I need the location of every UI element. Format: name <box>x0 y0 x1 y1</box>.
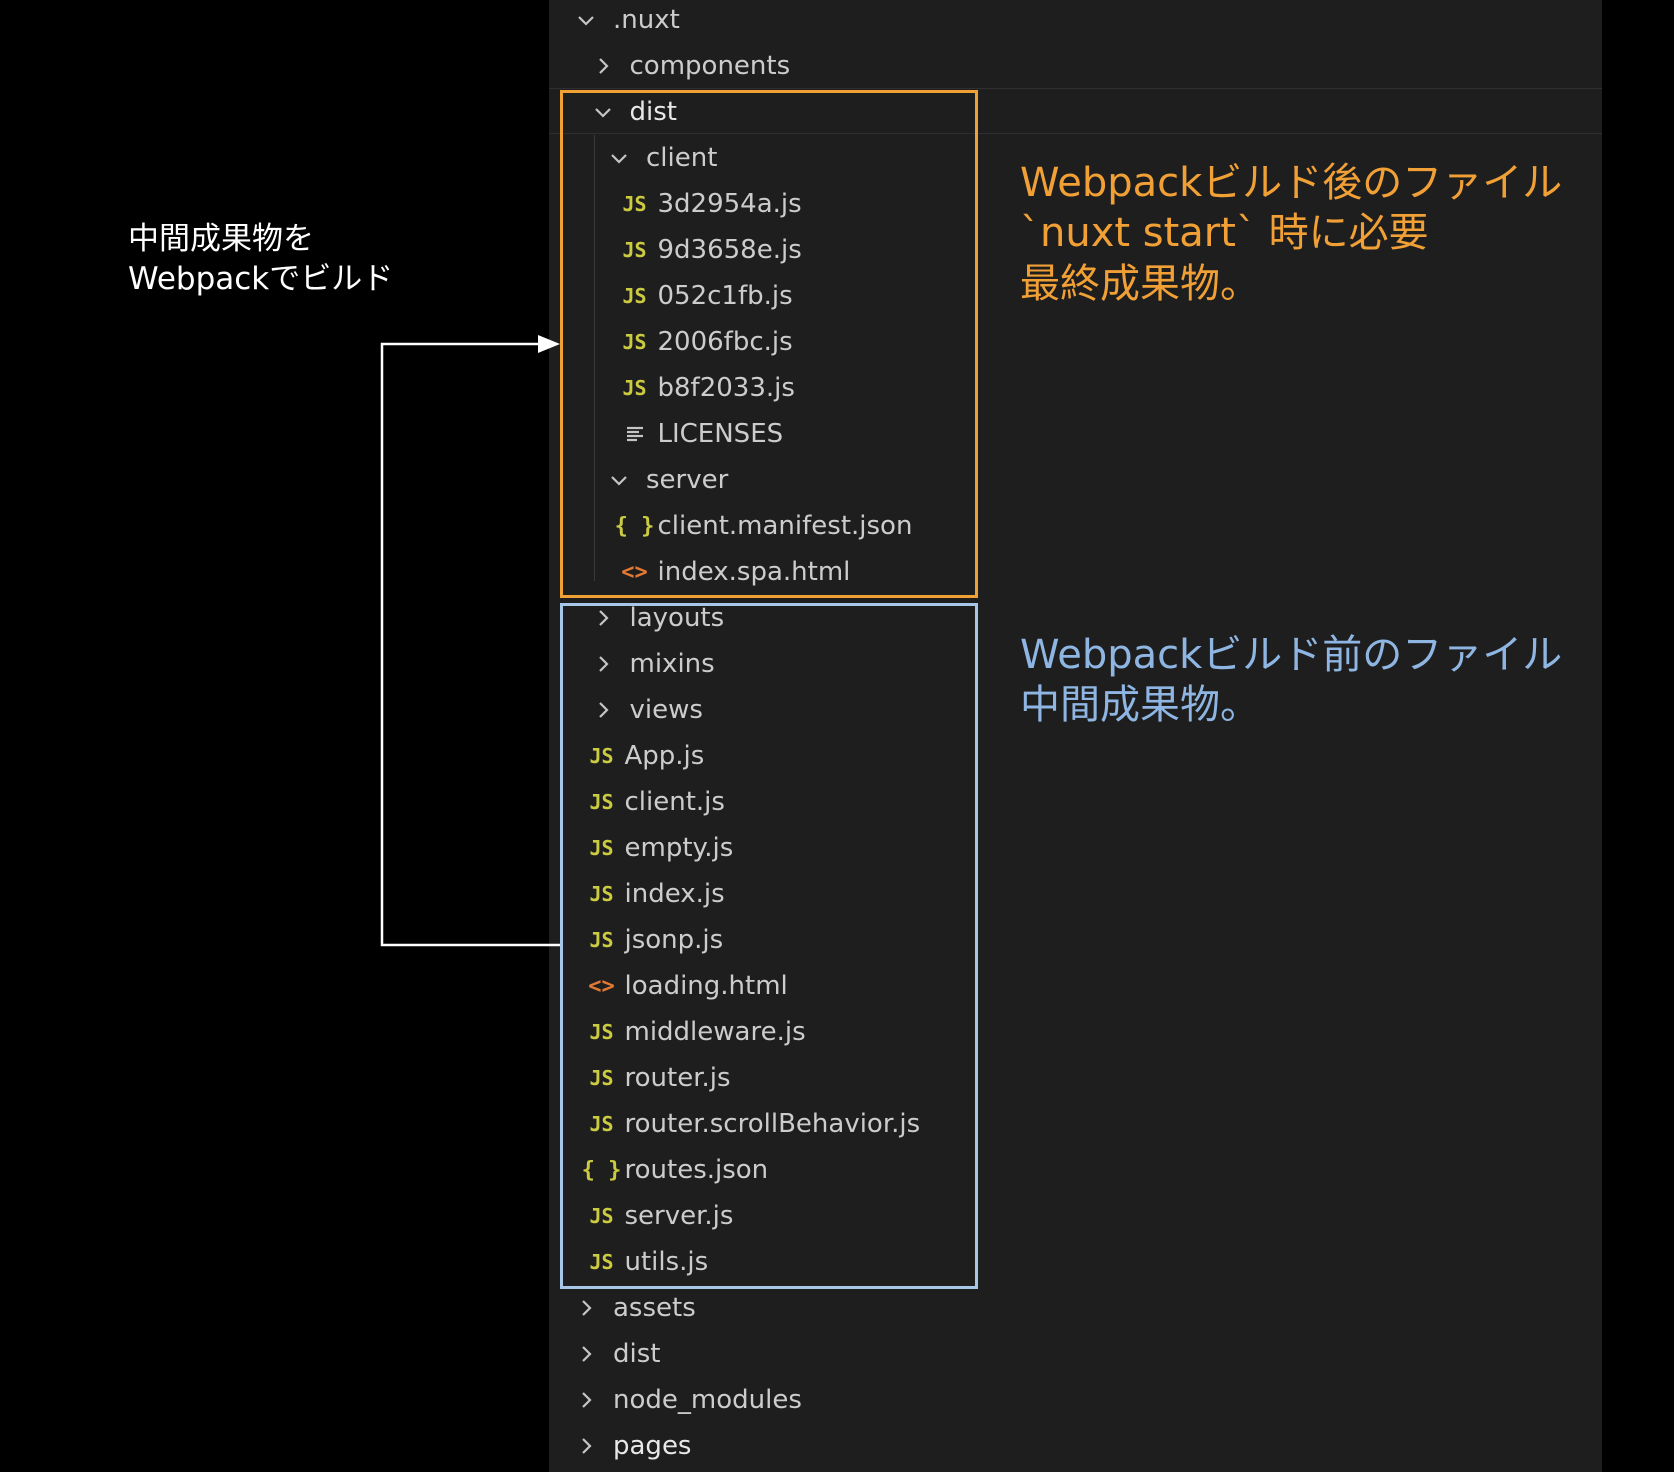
build-flow-arrow <box>380 335 560 947</box>
build-flow-connector <box>380 342 560 947</box>
arrowhead-icon <box>538 335 560 353</box>
